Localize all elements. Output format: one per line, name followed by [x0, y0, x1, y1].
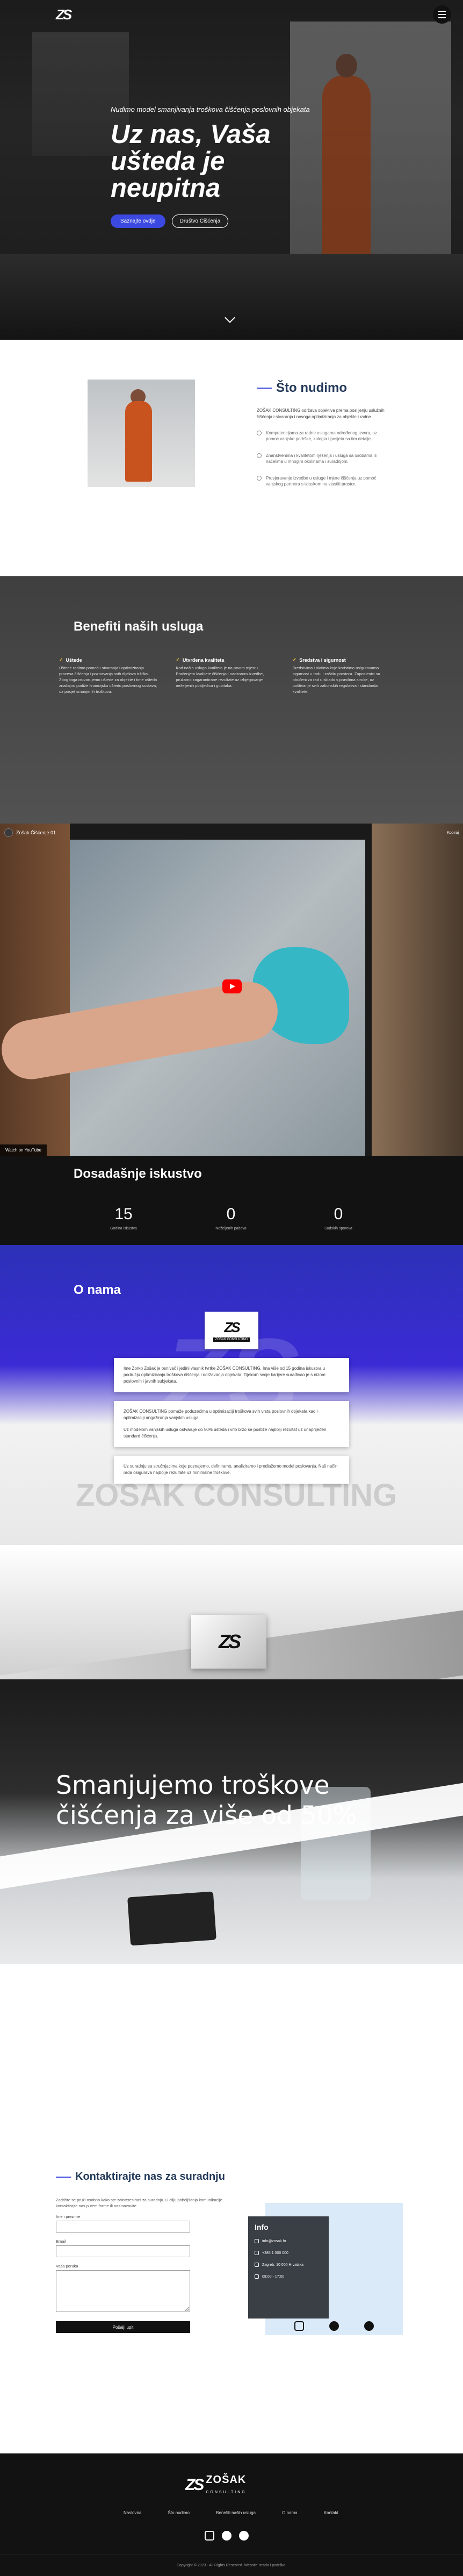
check-icon: ✓	[176, 657, 180, 662]
what-we-do-intro: ZOŠAK CONSULTING održava objektiva prema…	[257, 408, 385, 419]
hero-secondary-button[interactable]: Društvo Čišćenja	[171, 214, 229, 228]
hero-text: Nudimo model smanjivanja troškova čišćen…	[111, 105, 336, 228]
about-section: O nama ZS ZOŠAK CONSULTING ZS ZOŠAK CONS…	[0, 1245, 463, 1545]
hero-title: Uz nas, Vaša ušteda je neupitna	[111, 120, 271, 203]
info-phone[interactable]: +385 1 000 000	[262, 2251, 288, 2255]
youtube-video-embed[interactable]: Zošak Čišćenje 01 Kopiraj Watch on YouTu…	[0, 824, 463, 1156]
experience-title: Dosadašnje iskustvo	[74, 1167, 202, 1181]
about-card: Ime Zorko Zošak je osnivač i jedini vlas…	[114, 1358, 349, 1392]
hero-primary-button[interactable]: Saznajte ovdje	[111, 214, 165, 228]
savings-banner: ZS Smanjujemo troškove čišćenja za više …	[0, 1545, 463, 2160]
clock-icon	[255, 2274, 259, 2279]
facebook-icon[interactable]	[364, 2321, 374, 2331]
footer-nav-item[interactable]: Što nudimo	[168, 2510, 190, 2515]
info-address: Zagreb, 10 000 Hrvatska	[262, 2263, 304, 2267]
channel-avatar[interactable]	[4, 828, 13, 837]
about-card: ZOŠAK CONSULTING pomaže poduzećima u opt…	[114, 1401, 349, 1447]
watch-on-youtube-link[interactable]: Watch on YouTube	[0, 1144, 47, 1156]
circle-icon	[257, 476, 262, 481]
benefit-column: ✓ Utvrđena kvaliteta Kod naših usluga kva…	[176, 657, 264, 688]
video-frame-left	[0, 824, 70, 1156]
stat-item: 15 Godina iskustva	[110, 1205, 137, 1230]
video-frame-right	[372, 824, 463, 1156]
footer-logo[interactable]: ZS ZOŠAK CONSULTING	[185, 2474, 247, 2496]
experience-section: Dosadašnje iskustvo 15 Godina iskustva 0N…	[0, 1156, 463, 1245]
phone-icon	[255, 2251, 259, 2255]
about-card: Uz suradnju sa stručnjacima koje poznaje…	[114, 1456, 349, 1484]
stat-item: 0 Sudskih sporova	[324, 1205, 352, 1230]
banner-logo: ZS	[191, 1615, 266, 1669]
stat-item: 0 Neželjenih padova	[215, 1205, 247, 1230]
info-panel: Info info@zosak.hr +385 1 000 000 Zagreb…	[248, 2216, 329, 2319]
email-field[interactable]	[56, 2245, 190, 2257]
instagram-icon[interactable]	[222, 2531, 232, 2541]
check-icon: ✓	[292, 657, 297, 662]
footer: ZS ZOŠAK CONSULTING Naslovna Što nudimo B…	[0, 2453, 463, 2554]
location-icon	[255, 2263, 259, 2267]
what-we-do-image	[88, 380, 195, 487]
instagram-icon[interactable]	[329, 2321, 339, 2331]
play-icon[interactable]	[222, 979, 242, 993]
banner-title: Smanjujemo troškove čišćenja za više od …	[56, 1771, 357, 1830]
hero-section: ZS Nudimo model smanjivanja troškova čiš…	[0, 0, 463, 340]
video-title[interactable]: Zošak Čišćenje 01	[16, 830, 56, 835]
footer-nav-item[interactable]: Benefiti naših usluga	[216, 2510, 256, 2515]
contact-title: Kontaktirajte nas za suradnju	[56, 2171, 410, 2183]
hero-kicker: Nudimo model smanjivanja troškova čišćen…	[111, 105, 310, 113]
name-field[interactable]	[56, 2221, 190, 2232]
footer-nav-item[interactable]: Naslovna	[124, 2510, 141, 2515]
info-title: Info	[255, 2223, 269, 2231]
what-we-do-section: Što nudimo ZOŠAK CONSULTING održava obje…	[0, 340, 463, 576]
facebook-icon[interactable]	[239, 2531, 249, 2541]
gmail-icon[interactable]	[294, 2321, 304, 2331]
hamburger-menu-icon[interactable]	[433, 5, 451, 24]
list-item: Kompetencijama za radne uslugama određen…	[257, 430, 391, 442]
footer-nav-item[interactable]: Kontakt	[324, 2510, 338, 2515]
about-title: O nama	[74, 1283, 121, 1297]
benefits-title: Benefiti naših usluga	[74, 619, 204, 634]
benefit-column: ✓ Sredstva i sigurnost Sredstvima i alati…	[292, 657, 380, 694]
circle-icon	[257, 431, 262, 435]
site-logo[interactable]: ZS	[56, 6, 81, 25]
info-hours: 08:00 - 17:00	[262, 2274, 285, 2279]
footer-nav-item[interactable]: O nama	[282, 2510, 297, 2515]
info-card: Info info@zosak.hr +385 1 000 000 Zagreb…	[248, 2203, 403, 2335]
info-email[interactable]: info@zosak.hr	[262, 2239, 286, 2243]
send-button[interactable]: Pošalji upit	[56, 2321, 190, 2333]
footer-nav: Naslovna Što nudimo Benefiti naših uslug…	[124, 2510, 338, 2515]
video-title-bar: Zošak Čišćenje 01 Kopiraj	[0, 824, 463, 842]
contact-section: Kontaktirajte nas za suradnju Zadržite s…	[0, 2160, 463, 2453]
check-icon: ✓	[59, 657, 63, 662]
benefit-column: ✓ Uštede Uštede radimo pomoću stvaranja i…	[59, 657, 157, 694]
list-item: Znanstvenima i kvalitetom rješenja i usl…	[257, 453, 391, 464]
message-field[interactable]	[56, 2270, 190, 2312]
share-icon[interactable]: Kopiraj	[447, 831, 459, 835]
about-logo: ZS ZOŠAK CONSULTING	[205, 1312, 258, 1349]
mail-icon	[255, 2239, 259, 2243]
gmail-icon[interactable]	[205, 2531, 214, 2541]
list-item: Provjeravanje izvedbe u usluge i mjere č…	[257, 475, 391, 487]
copyright: Copyright © 2023 - All Rights Reserved. …	[0, 2554, 463, 2576]
contact-description: Zadržite se pruži osobno kako ste zainte…	[56, 2198, 222, 2208]
what-we-do-title: Što nudimo	[257, 381, 391, 396]
footer-social	[205, 2531, 249, 2541]
calculator	[127, 1891, 216, 1946]
circle-icon	[257, 453, 262, 458]
benefits-section: Benefiti naših usluga ✓ Uštede Uštede rad…	[0, 576, 463, 824]
